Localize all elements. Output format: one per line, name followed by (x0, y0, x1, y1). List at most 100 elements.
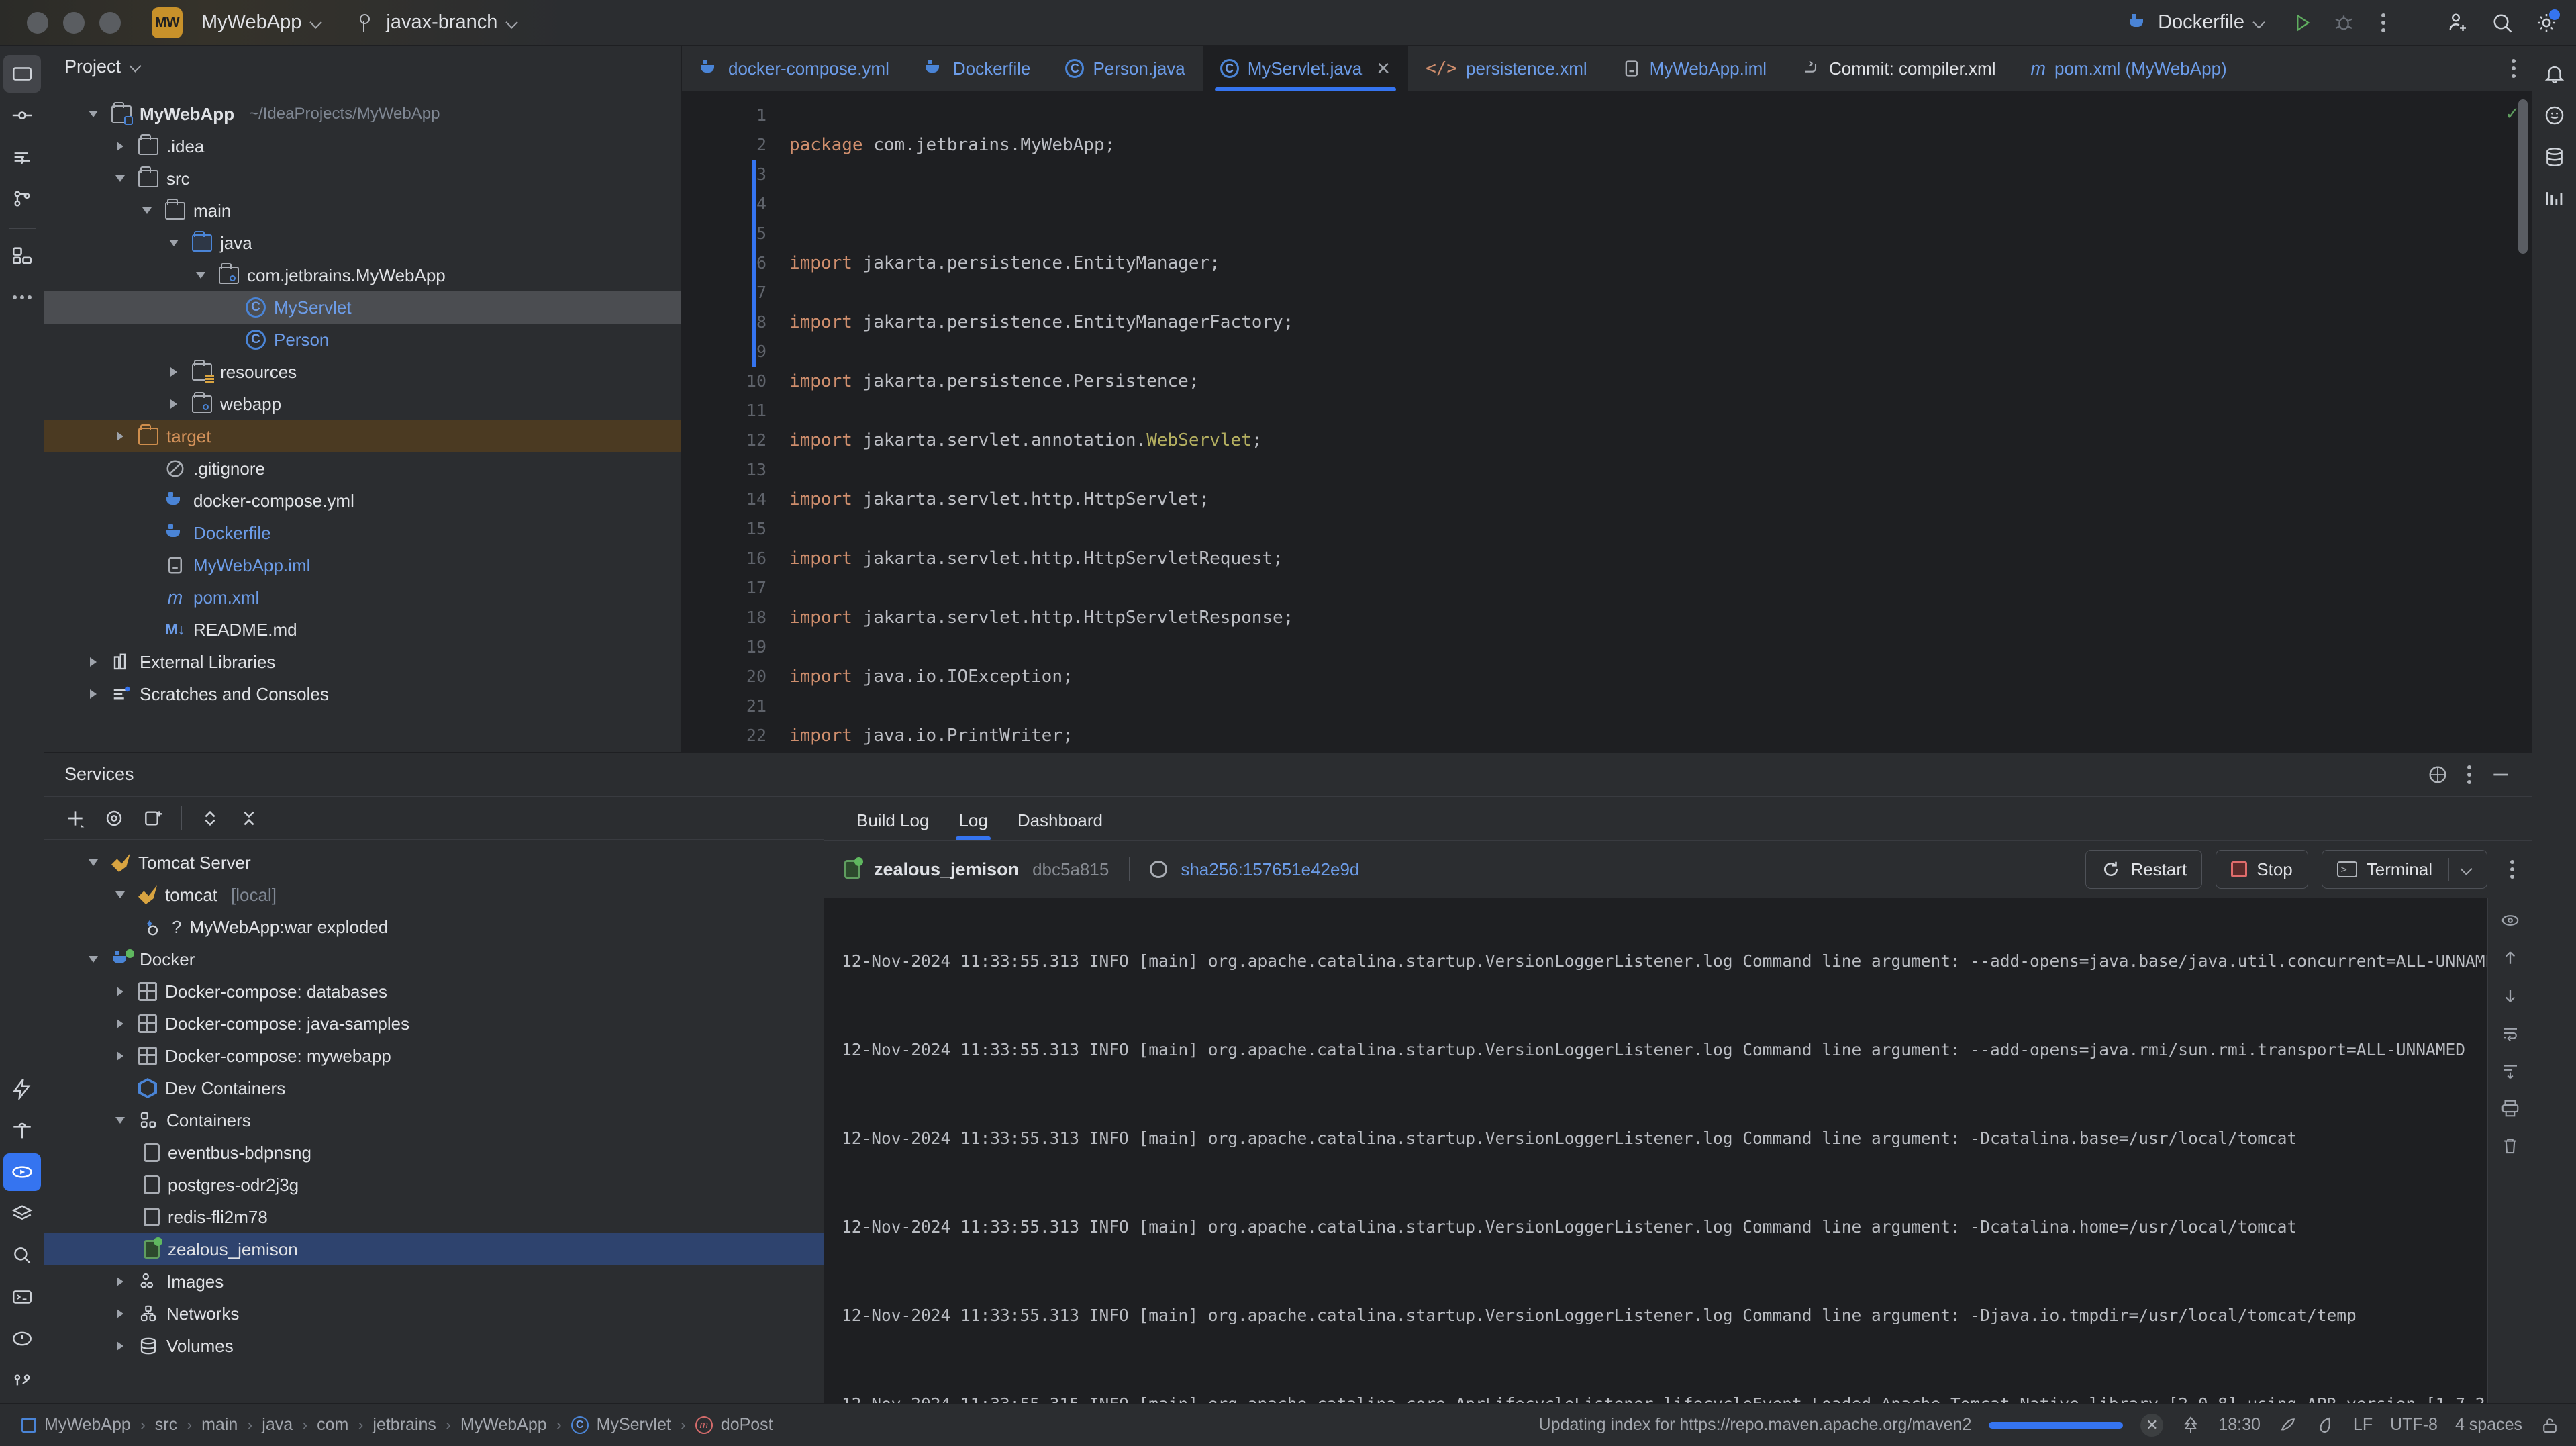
line-separator-label[interactable]: LF (2353, 1415, 2373, 1435)
tree-item-webapp[interactable]: webapp (44, 388, 681, 420)
sidebar-item-ai-assistant[interactable] (2536, 97, 2573, 134)
encoding-label[interactable]: UTF-8 (2390, 1415, 2438, 1435)
tree-item-target[interactable]: target (44, 420, 681, 452)
service-item-postgres[interactable]: postgres-odr2j3g (44, 1169, 824, 1201)
settings-button[interactable] (2534, 11, 2559, 35)
tab-build-log[interactable]: Build Log (842, 810, 944, 840)
editor-scrollbar[interactable] (2518, 99, 2528, 254)
clear-icon[interactable] (2500, 1136, 2520, 1156)
tree-item-main[interactable]: main (44, 195, 681, 227)
breadcrumb-java[interactable]: java (258, 1415, 297, 1435)
project-tree[interactable]: MyWebApp ~/IdeaProjects/MyWebApp .idea s… (44, 87, 681, 752)
inspection-ok-icon[interactable]: ✓ (2505, 103, 2520, 124)
minimize-icon[interactable] (2490, 764, 2512, 785)
window-controls[interactable] (27, 12, 121, 34)
more-options-icon[interactable] (2381, 13, 2385, 32)
tree-toggle[interactable] (110, 891, 130, 898)
tree-toggle[interactable] (164, 240, 184, 246)
minimize-window-button[interactable] (63, 12, 85, 34)
tree-icon[interactable] (2181, 1415, 2201, 1435)
stop-button[interactable]: Stop (2216, 850, 2308, 889)
editor-tab-person-java[interactable]: C Person.java (1048, 46, 1202, 91)
tree-item-person[interactable]: C Person (44, 324, 681, 356)
tree-toggle[interactable] (83, 111, 103, 117)
restart-button[interactable]: Restart (2085, 850, 2202, 889)
more-icon[interactable] (2467, 765, 2471, 784)
tree-toggle[interactable] (110, 1277, 130, 1286)
tab-log[interactable]: Log (944, 810, 1002, 840)
search-everywhere-icon[interactable] (2490, 11, 2514, 35)
layout-icon[interactable] (2427, 764, 2448, 785)
editor-tab-dockerfile[interactable]: Dockerfile (907, 46, 1048, 91)
editor-tab-pom-xml[interactable]: m pom.xml (MyWebApp) (2014, 46, 2244, 91)
breadcrumb-main[interactable]: main (197, 1415, 242, 1435)
breadcrumb-myservlet[interactable]: C MyServlet (567, 1415, 675, 1435)
sidebar-item-structure[interactable] (3, 237, 41, 275)
editor-tab-mywebapp-iml[interactable]: MyWebApp.iml (1605, 46, 1784, 91)
log-more-options-icon[interactable] (2510, 860, 2514, 879)
sidebar-item-problems[interactable] (3, 1070, 41, 1108)
tree-toggle[interactable] (164, 399, 184, 409)
editor-tabs-more-button[interactable] (2495, 46, 2532, 91)
cancel-indexing-button[interactable]: ✕ (2140, 1414, 2163, 1437)
tree-toggle[interactable] (110, 432, 130, 441)
service-item-artifact[interactable]: ? MyWebApp:war exploded (44, 911, 824, 943)
tree-toggle[interactable] (110, 1309, 130, 1318)
editor-tab-myservlet-java[interactable]: C MyServlet.java ✕ (1203, 46, 1408, 91)
tree-toggle[interactable] (110, 1341, 130, 1351)
code-content[interactable]: package com.jetbrains.MyWebApp; import j… (779, 91, 2532, 752)
tree-toggle[interactable] (83, 689, 103, 699)
branch-selector[interactable]: javax-branch (351, 7, 524, 38)
collapse-all-icon[interactable] (238, 808, 260, 829)
service-item-docker[interactable]: Docker (44, 943, 824, 975)
tree-toggle[interactable] (164, 367, 184, 377)
ai-icon[interactable] (2316, 1415, 2336, 1435)
add-collaborator-icon[interactable] (2446, 11, 2470, 35)
tree-item-idea[interactable]: .idea (44, 130, 681, 162)
tree-item-docker-compose-yml[interactable]: docker-compose.yml (44, 485, 681, 517)
run-icon[interactable] (2291, 12, 2313, 34)
tree-item-src[interactable]: src (44, 162, 681, 195)
soft-wrap-icon[interactable] (2500, 1023, 2520, 1043)
tree-toggle[interactable] (83, 657, 103, 667)
service-item-compose-mywebapp[interactable]: Docker-compose: mywebapp (44, 1040, 824, 1072)
code-editor[interactable]: 123456789 10111213141516 17 @ 1819202122… (682, 91, 2532, 752)
service-item-compose-java-samples[interactable]: Docker-compose: java-samples (44, 1008, 824, 1040)
sidebar-item-problems-view[interactable] (3, 1320, 41, 1357)
breadcrumb-mywebapp[interactable]: MyWebApp (17, 1415, 135, 1435)
gradle-icon[interactable] (2278, 1415, 2298, 1435)
tree-item-java[interactable]: java (44, 227, 681, 259)
tree-toggle[interactable] (137, 207, 157, 214)
tree-toggle[interactable] (83, 859, 103, 866)
service-item-networks[interactable]: Networks (44, 1298, 824, 1330)
lock-icon[interactable] (2540, 1415, 2560, 1435)
tree-item-gitignore[interactable]: .gitignore (44, 452, 681, 485)
service-item-zealous-jemison[interactable]: zealous_jemison (44, 1233, 824, 1265)
sidebar-item-more-tools[interactable] (3, 279, 41, 316)
sidebar-item-maven[interactable] (2536, 180, 2573, 218)
indent-label[interactable]: 4 spaces (2455, 1415, 2522, 1435)
tree-item-iml[interactable]: MyWebApp.iml (44, 549, 681, 581)
terminal-button[interactable]: >_ Terminal (2322, 850, 2487, 889)
scroll-to-end-icon[interactable] (2500, 1061, 2520, 1081)
image-sha-link[interactable]: sha256:157651e42e9d (1181, 859, 1359, 880)
breadcrumb-jetbrains[interactable]: jetbrains (368, 1415, 440, 1435)
tree-toggle[interactable] (83, 956, 103, 963)
breadcrumb-dopost[interactable]: m doPost (691, 1415, 777, 1435)
debug-icon[interactable] (2333, 12, 2355, 34)
tree-item-readme[interactable]: M↓ README.md (44, 614, 681, 646)
tree-toggle[interactable] (110, 142, 130, 151)
editor-tab-persistence-xml[interactable]: </> persistence.xml (1408, 46, 1605, 91)
tree-item-mywebapp[interactable]: MyWebApp ~/IdeaProjects/MyWebApp (44, 98, 681, 130)
log-output[interactable]: 12-Nov-2024 11:33:55.313 INFO [main] org… (824, 898, 2532, 1403)
service-item-images[interactable]: Images (44, 1265, 824, 1298)
services-tree[interactable]: Tomcat Server tomcat [local] ? (44, 840, 824, 1403)
sidebar-item-commit[interactable] (3, 97, 41, 134)
tree-item-package[interactable]: com.jetbrains.MyWebApp (44, 259, 681, 291)
tree-toggle[interactable] (110, 175, 130, 182)
sidebar-item-terminal[interactable] (3, 1278, 41, 1316)
sidebar-item-git[interactable] (3, 1361, 41, 1399)
service-item-containers[interactable]: Containers (44, 1104, 824, 1137)
service-item-eventbus[interactable]: eventbus-bdpnsng (44, 1137, 824, 1169)
tree-item-myservlet[interactable]: C MyServlet (44, 291, 681, 324)
